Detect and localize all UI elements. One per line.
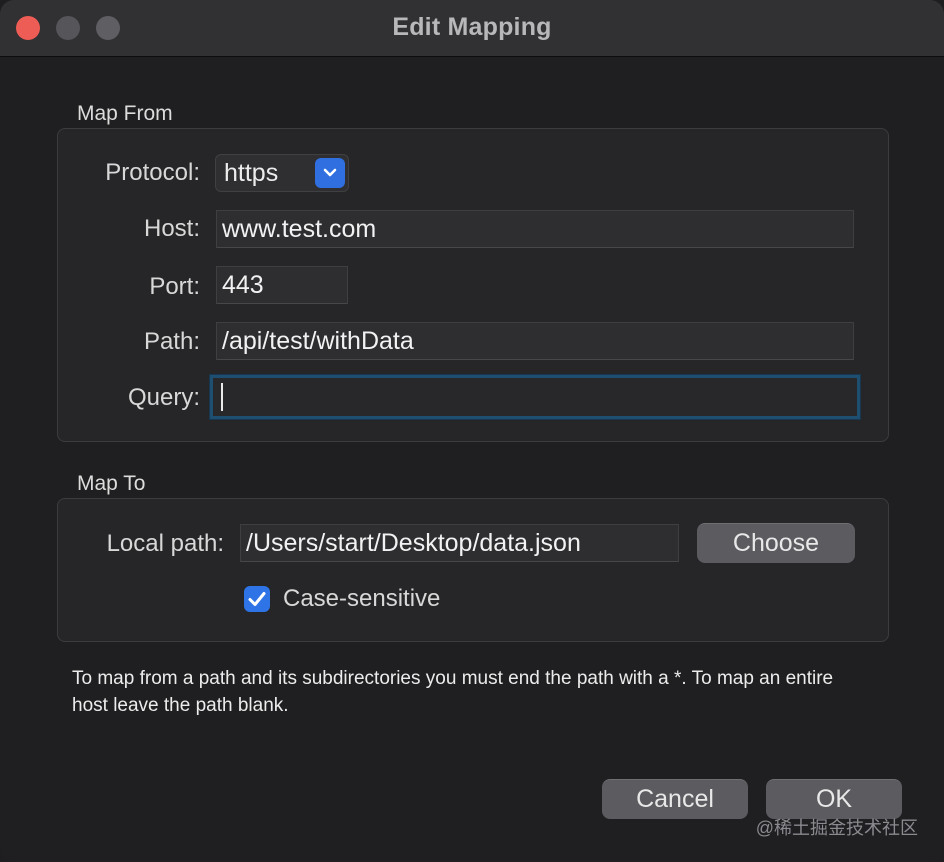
chevron-down-icon: [315, 158, 345, 188]
map-to-group: Local path: /Users/start/Desktop/data.js…: [57, 498, 889, 642]
protocol-select[interactable]: https: [215, 154, 349, 192]
path-label: Path:: [143, 328, 200, 355]
watermark: @稀土掘金技术社区: [755, 818, 918, 838]
query-label: Query:: [127, 384, 200, 411]
choose-button[interactable]: Choose: [697, 523, 855, 563]
checkmark-icon: [248, 592, 266, 606]
title-bar: Edit Mapping: [0, 0, 944, 57]
case-sensitive-label[interactable]: Case-sensitive: [283, 585, 440, 613]
protocol-label: Protocol:: [105, 159, 200, 186]
local-path-field[interactable]: /Users/start/Desktop/data.json: [240, 524, 679, 562]
port-label: Port:: [149, 273, 200, 300]
map-to-section-label: Map To: [77, 472, 146, 495]
mapping-hint-text: To map from a path and its subdirectorie…: [72, 668, 834, 716]
path-field[interactable]: /api/test/withData: [216, 322, 854, 360]
local-path-label: Local path:: [106, 530, 224, 557]
host-label: Host:: [143, 215, 200, 242]
text-caret: [221, 383, 223, 411]
port-field[interactable]: 443: [216, 266, 348, 304]
protocol-value: https: [224, 159, 279, 187]
case-sensitive-checkbox[interactable]: [244, 586, 270, 612]
query-field[interactable]: [210, 375, 860, 419]
ok-button[interactable]: OK: [766, 779, 902, 819]
map-from-section-label: Map From: [77, 102, 173, 125]
map-from-group: Protocol: https Host: www.test.com Port:…: [57, 128, 889, 442]
edit-mapping-window: Edit Mapping Map From Protocol: https Ho…: [0, 0, 944, 862]
window-title: Edit Mapping: [392, 13, 552, 41]
cancel-button[interactable]: Cancel: [602, 779, 748, 819]
host-field[interactable]: www.test.com: [216, 210, 854, 248]
